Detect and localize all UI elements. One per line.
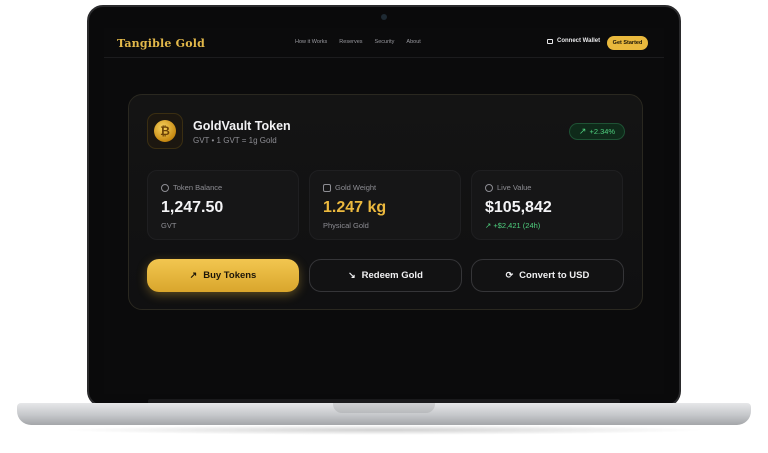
connect-wallet-label: Connect Wallet — [557, 38, 601, 44]
nav-link-reserves[interactable]: Reserves — [339, 39, 362, 45]
nav-link-about[interactable]: About — [406, 39, 420, 45]
camera-dot — [381, 14, 387, 20]
nav-link-security[interactable]: Security — [375, 39, 395, 45]
stat-sub: ↗ +$2,421 (24h) — [485, 221, 540, 230]
buy-tokens-label: Buy Tokens — [203, 270, 257, 281]
wallet-icon — [547, 38, 553, 44]
redeem-gold-button[interactable]: ↘ Redeem Gold — [309, 259, 462, 292]
top-nav: Tangible Gold How it Works Reserves Secu… — [104, 28, 664, 58]
get-started-button[interactable]: Get Started — [607, 36, 648, 50]
token-logo: ₿ — [147, 113, 183, 149]
token-card: ₿ GoldVault Token GVT • 1 GVT = 1g Gold … — [128, 94, 643, 310]
wallet-icon — [323, 183, 331, 192]
stat-live-value: Live Value $105,842 ↗ +$2,421 (24h) — [471, 170, 623, 240]
stat-token-balance: Token Balance 1,247.50 GVT — [147, 170, 299, 240]
redeem-gold-label: Redeem Gold — [361, 270, 423, 281]
stat-sub: GVT — [161, 221, 177, 230]
stat-label: Token Balance — [173, 183, 223, 192]
trend-up-icon: ↗ — [578, 126, 587, 136]
connect-wallet-button[interactable]: Connect Wallet — [547, 38, 600, 44]
nav-links: How it Works Reserves Security About — [295, 39, 421, 45]
price-change-badge: ↗ +2.34% — [569, 123, 625, 140]
clock-icon — [485, 183, 493, 192]
convert-to-usd-button[interactable]: ⟳ Convert to USD — [471, 259, 624, 292]
bitcoin-coin-icon: ₿ — [154, 120, 176, 142]
stat-change: +$2,421 (24h) — [493, 221, 541, 230]
laptop-shadow — [60, 425, 708, 435]
token-subtitle: GVT • 1 GVT = 1g Gold — [193, 136, 277, 145]
nav-link-how-it-works[interactable]: How it Works — [295, 39, 327, 45]
stat-value: 1,247.50 — [161, 199, 224, 216]
arrow-up-right-icon: ↗ — [189, 270, 198, 280]
buy-tokens-button[interactable]: ↗ Buy Tokens — [147, 259, 299, 292]
stat-label: Gold Weight — [335, 183, 377, 192]
token-name: GoldVault Token — [193, 119, 291, 133]
arrow-down-right-icon: ↘ — [348, 270, 356, 280]
convert-to-usd-label: Convert to USD — [519, 270, 590, 281]
stat-gold-weight: Gold Weight 1.247 kg Physical Gold — [309, 170, 461, 240]
laptop-mockup: Tangible Gold How it Works Reserves Secu… — [0, 0, 768, 453]
stat-value: $105,842 — [485, 199, 552, 216]
app-screen: Tangible Gold How it Works Reserves Secu… — [104, 28, 664, 394]
coins-icon — [161, 183, 169, 192]
laptop-base-notch — [333, 403, 435, 413]
price-change-value: +2.34% — [589, 127, 616, 136]
stat-label: Live Value — [497, 183, 532, 192]
stat-value: 1.247 kg — [323, 199, 387, 216]
brand-logo[interactable]: Tangible Gold — [117, 37, 205, 50]
refresh-icon: ⟳ — [505, 270, 514, 280]
stat-sub: Physical Gold — [323, 221, 369, 230]
